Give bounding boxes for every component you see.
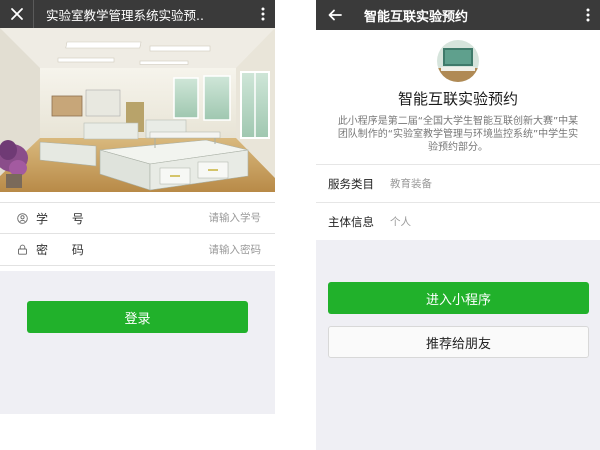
login-screen: 实验室教学管理系统实验预.. 学 号 请输入学号 密 码 登录	[0, 0, 275, 450]
student-id-row: 学 号	[0, 202, 275, 234]
nav-bar: 实验室教学管理系统实验预..	[0, 0, 275, 28]
owner-info-value: 个人	[390, 216, 411, 228]
more-menu-button[interactable]	[251, 0, 275, 28]
laboratory-photo	[0, 28, 275, 192]
service-category-row: 服务类目 教育装备	[316, 164, 600, 202]
password-input[interactable]	[116, 243, 261, 256]
page-title: 智能互联实验预约	[364, 9, 469, 25]
password-label: 密 码	[36, 243, 94, 257]
owner-info-row: 主体信息 个人	[316, 202, 600, 240]
login-button[interactable]: 登录	[27, 301, 248, 333]
page-title: 实验室教学管理系统实验预..	[46, 7, 204, 23]
back-arrow-icon	[328, 9, 342, 21]
more-vertical-icon	[261, 7, 265, 21]
user-icon	[16, 212, 28, 224]
recommend-to-friend-button[interactable]: 推荐给朋友	[328, 326, 589, 358]
nav-bar: 智能互联实验预约	[316, 0, 600, 30]
enter-mini-program-button[interactable]: 进入小程序	[328, 282, 589, 314]
back-button[interactable]	[316, 0, 354, 30]
student-id-input[interactable]	[116, 212, 261, 224]
more-vertical-icon	[586, 8, 590, 22]
close-icon	[10, 8, 23, 20]
password-row: 密 码	[0, 234, 275, 266]
service-category-key: 服务类目	[328, 176, 374, 191]
app-name: 智能互联实验预约	[397, 90, 518, 108]
login-area: 登录	[0, 271, 275, 414]
more-menu-button[interactable]	[576, 1, 600, 29]
app-avatar	[437, 40, 479, 82]
close-button[interactable]	[0, 0, 34, 28]
owner-info-key: 主体信息	[328, 214, 374, 229]
mini-program-profile-screen: 智能互联实验预约 智能互联实验预约 此小程序是第二届“全国大学生智能互联创新大赛…	[316, 0, 600, 450]
lock-icon	[16, 244, 28, 256]
service-category-value: 教育装备	[390, 178, 432, 190]
student-id-label: 学 号	[36, 211, 94, 226]
app-description: 此小程序是第二届“全国大学生智能互联创新大赛”中某团队制作的“实验室教学管理与环…	[337, 116, 579, 153]
app-info-card: 智能互联实验预约 此小程序是第二届“全国大学生智能互联创新大赛”中某团队制作的“…	[316, 30, 600, 240]
